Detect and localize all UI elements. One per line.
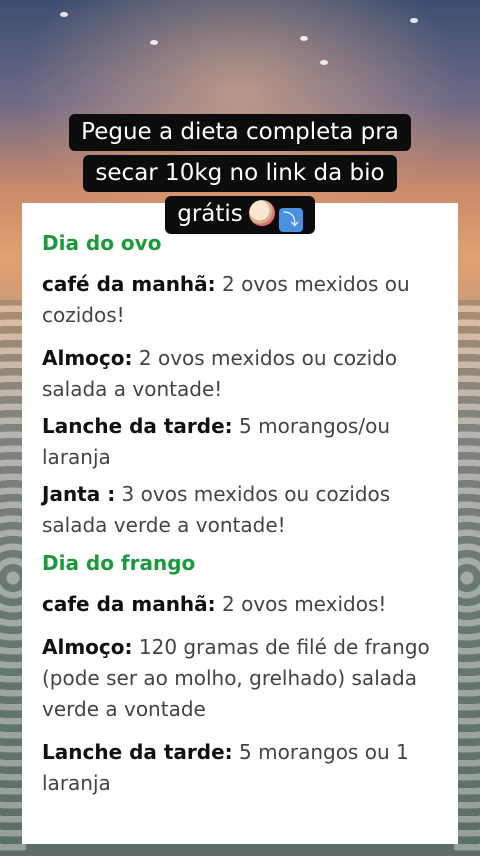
meal-label: Almoço: — [42, 346, 133, 370]
petal — [410, 18, 418, 23]
meal-entry: café da manhã: 2 ovos mexidos ou cozidos… — [42, 269, 442, 331]
meal-label: cafe da manhã: — [42, 592, 216, 616]
caption-line-2: secar 10kg no link da bio — [83, 155, 397, 192]
caption-overlay: Pegue a dieta completa pra secar 10kg no… — [0, 110, 480, 234]
meal-label: café da manhã: — [42, 272, 216, 296]
meal-entry: Lanche da tarde: 5 morangos ou 1 laranja — [42, 737, 442, 799]
petal — [150, 40, 158, 45]
caption-line-3: grátis ⤵ — [165, 196, 315, 234]
meal-label: Almoço: — [42, 635, 133, 659]
meal-label: Lanche da tarde: — [42, 740, 233, 764]
meal-label: Lanche da tarde: — [42, 414, 233, 438]
caption-line-1: Pegue a dieta completa pra — [69, 114, 411, 151]
meal-text: 2 ovos mexidos! — [215, 592, 387, 616]
meal-label: Janta : — [42, 482, 116, 506]
salad-bowl-icon — [248, 200, 275, 226]
petal — [320, 60, 328, 65]
arrow-down-icon: ⤵ — [278, 208, 303, 232]
meal-entry: Janta : 3 ovos mexidos ou cozidos salada… — [42, 479, 442, 541]
diet-card: Dia do ovo café da manhã: 2 ovos mexidos… — [22, 203, 458, 844]
meal-entry: cafe da manhã: 2 ovos mexidos! — [42, 589, 442, 620]
meal-entry: Almoço: 2 ovos mexidos ou cozido salada … — [42, 343, 442, 405]
meal-entry: Almoço: 120 gramas de filé de frango (po… — [42, 632, 442, 725]
meal-entry: Lanche da tarde: 5 morangos/ou laranja — [42, 411, 442, 473]
petal — [300, 36, 308, 41]
caption-line-3-text: grátis — [177, 201, 243, 227]
diet-content: Dia do ovo café da manhã: 2 ovos mexidos… — [42, 229, 442, 799]
section-title-dia-do-frango: Dia do frango — [42, 551, 196, 575]
petal — [60, 12, 68, 17]
